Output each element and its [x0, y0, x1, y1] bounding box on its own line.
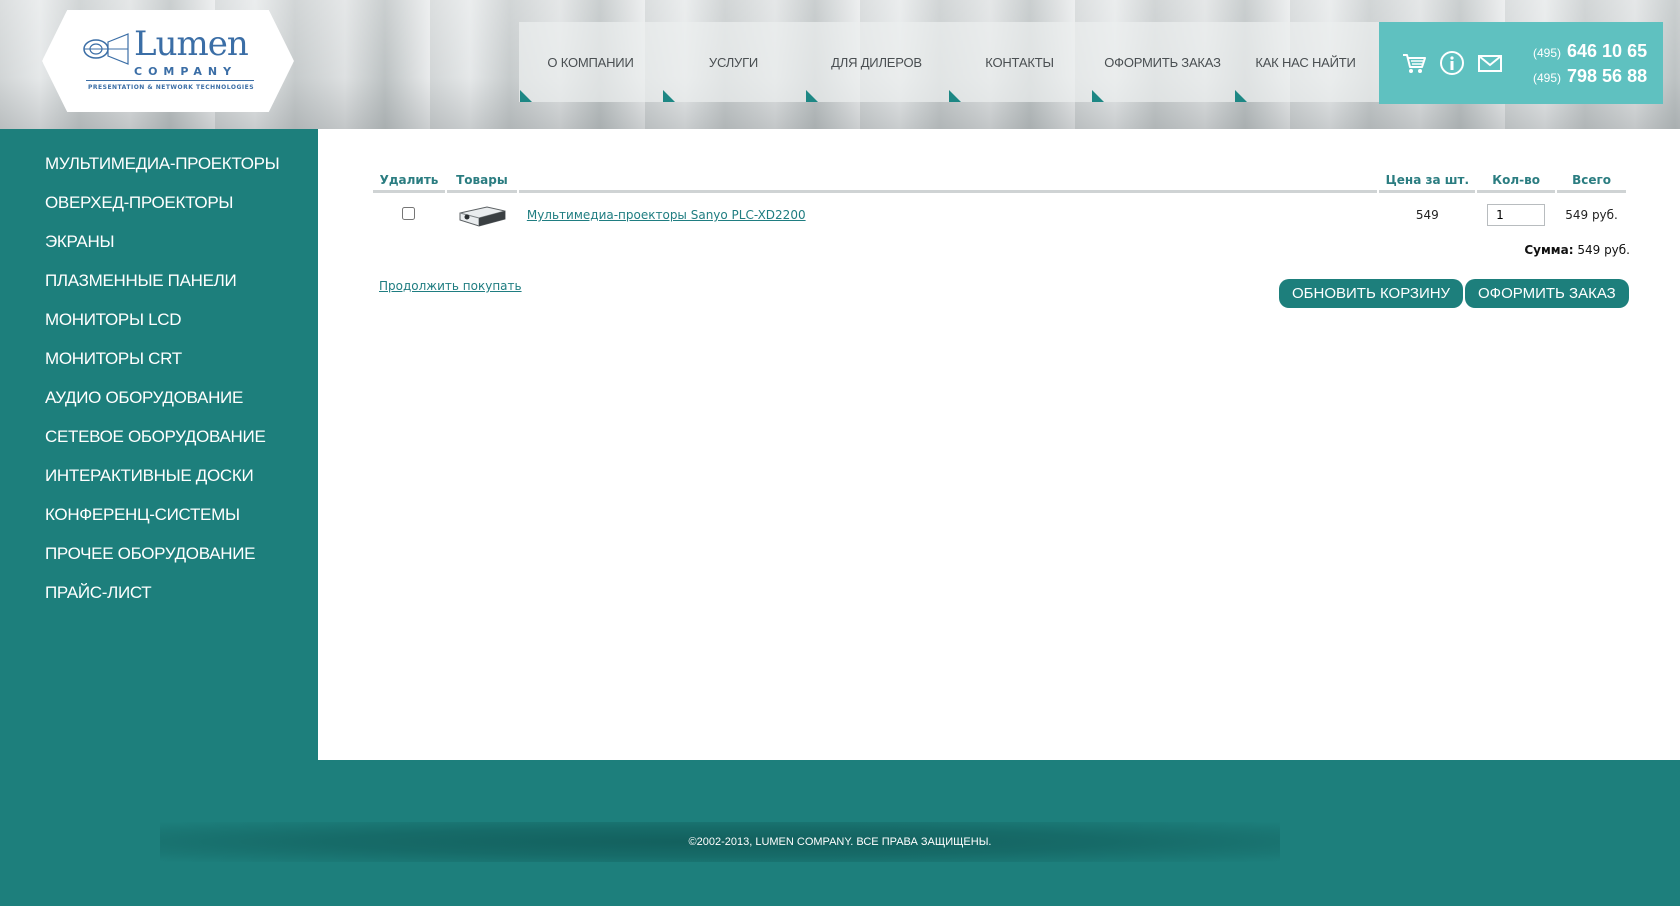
- quantity-input[interactable]: [1487, 204, 1546, 226]
- nav-find-us[interactable]: КАК НАС НАЙТИ: [1234, 22, 1377, 102]
- sum-label: Сумма:: [1524, 243, 1574, 257]
- nav-dealers-label: ДЛЯ ДИЛЕРОВ: [831, 54, 922, 70]
- sidebar-item-lcd-monitors[interactable]: МОНИТОРЫ LCD: [0, 309, 318, 348]
- sidebar-item-crt-monitors[interactable]: МОНИТОРЫ CRT: [0, 348, 318, 387]
- info-icon[interactable]: [1439, 50, 1465, 76]
- table-row: Мультимедиа-проекторы Sanyo PLC-XD2200 5…: [373, 193, 1626, 237]
- nav-contacts[interactable]: КОНТАКТЫ: [948, 22, 1091, 102]
- nav-find-us-label: КАК НАС НАЙТИ: [1255, 54, 1356, 70]
- nav-dealers[interactable]: ДЛЯ ДИЛЕРОВ: [805, 22, 948, 102]
- sidebar-item-audio[interactable]: АУДИО ОБОРУДОВАНИЕ: [0, 387, 318, 426]
- cart-table: Удалить Товары Цена за шт. Кол-во Всего: [371, 169, 1628, 237]
- logo-company: COMPANY: [134, 65, 238, 78]
- qty-cell: [1477, 193, 1555, 237]
- price-cell: 549: [1415, 208, 1439, 222]
- sidebar-item-screens[interactable]: ЭКРАНЫ: [0, 231, 318, 270]
- phone-2-number: 798 56 88: [1567, 66, 1648, 86]
- sidebar-item-plasma-panels[interactable]: ПЛАЗМЕННЫЕ ПАНЕЛИ: [0, 270, 318, 309]
- nav-corner-mark: [520, 90, 532, 102]
- nav-about-label: О КОМПАНИИ: [547, 54, 634, 70]
- image-cell: [447, 193, 517, 237]
- footer: ©2002-2013, LUMEN COMPANY. ВСЕ ПРАВА ЗАЩ…: [0, 760, 1680, 906]
- sidebar-item-multimedia-projectors[interactable]: МУЛЬТИМЕДИА-ПРОЕКТОРЫ: [0, 153, 318, 192]
- sidebar-item-price-list[interactable]: ПРАЙС-ЛИСТ: [0, 582, 318, 621]
- product-name-cell: Мультимедиа-проекторы Sanyo PLC-XD2200: [519, 193, 1378, 237]
- nav-order-label: ОФОРМИТЬ ЗАКАЗ: [1104, 54, 1221, 70]
- sidebar-item-network[interactable]: СЕТЕВОЕ ОБОРУДОВАНИЕ: [0, 426, 318, 465]
- phone-1: (495) 646 10 65: [1533, 41, 1647, 62]
- col-qty-header: Кол-во: [1477, 169, 1556, 193]
- col-price-header: Цена за шт.: [1379, 169, 1476, 193]
- cart-icon[interactable]: [1401, 50, 1427, 76]
- nav-corner-mark: [1235, 90, 1247, 102]
- catalog-sidebar: МУЛЬТИМЕДИА-ПРОЕКТОРЫ ОВЕРХЕД-ПРОЕКТОРЫ …: [0, 129, 318, 760]
- sum-value: 549 руб.: [1577, 243, 1630, 257]
- product-thumbnail[interactable]: [457, 201, 507, 229]
- nav-corner-mark: [1092, 90, 1104, 102]
- logo[interactable]: Lumen COMPANY PRESENTATION & NETWORK TEC…: [42, 10, 294, 112]
- col-goods-header: Товары: [446, 169, 517, 193]
- update-cart-button[interactable]: ОБНОВИТЬ КОРЗИНУ: [1279, 279, 1464, 308]
- logo-divider: [86, 80, 254, 81]
- sidebar-item-conference-systems[interactable]: КОНФЕРЕНЦ-СИСТЕМЫ: [0, 504, 318, 543]
- header: Lumen COMPANY PRESENTATION & NETWORK TEC…: [0, 0, 1680, 129]
- nav-contacts-label: КОНТАКТЫ: [985, 54, 1054, 70]
- copyright: ©2002-2013, LUMEN COMPANY. ВСЕ ПРАВА ЗАЩ…: [688, 836, 992, 848]
- logo-name: Lumen: [134, 24, 249, 64]
- nav-corner-mark: [663, 90, 675, 102]
- nav-corner-mark: [949, 90, 961, 102]
- nav-services[interactable]: УСЛУГИ: [662, 22, 805, 102]
- catalog-list: МУЛЬТИМЕДИА-ПРОЕКТОРЫ ОВЕРХЕД-ПРОЕКТОРЫ …: [0, 129, 318, 621]
- delete-cell: [373, 193, 445, 237]
- cart-main: Удалить Товары Цена за шт. Кол-во Всего: [318, 129, 1680, 760]
- sidebar-item-interactive-boards[interactable]: ИНТЕРАКТИВНЫЕ ДОСКИ: [0, 465, 318, 504]
- nav-order[interactable]: ОФОРМИТЬ ЗАКАЗ: [1091, 22, 1234, 102]
- delete-checkbox[interactable]: [402, 207, 416, 220]
- projector-logo-icon: [83, 33, 129, 65]
- cart-header-row: Удалить Товары Цена за шт. Кол-во Всего: [373, 169, 1626, 193]
- cart-sum: Сумма: 549 руб.: [1524, 243, 1630, 257]
- sidebar-item-overhead-projectors[interactable]: ОВЕРХЕД-ПРОЕКТОРЫ: [0, 192, 318, 231]
- phone-1-code: (495): [1533, 46, 1562, 60]
- sidebar-item-other-equipment[interactable]: ПРОЧЕЕ ОБОРУДОВАНИЕ: [0, 543, 318, 582]
- mail-icon[interactable]: [1477, 50, 1503, 76]
- top-nav: О КОМПАНИИ УСЛУГИ ДЛЯ ДИЛЕРОВ КОНТАКТЫ О…: [519, 22, 1379, 102]
- col-total-header: Всего: [1557, 169, 1626, 193]
- phone-2: (495) 798 56 88: [1533, 66, 1647, 87]
- continue-shopping-link[interactable]: Продолжить покупать: [379, 279, 522, 293]
- nav-services-label: УСЛУГИ: [708, 54, 759, 70]
- contacts-panel: (495) 646 10 65 (495) 798 56 88: [1379, 22, 1663, 104]
- total-cell: 549 руб.: [1565, 208, 1618, 222]
- nav-corner-mark: [806, 90, 818, 102]
- logo-tagline: PRESENTATION & NETWORK TECHNOLOGIES: [88, 84, 255, 91]
- phone-1-number: 646 10 65: [1567, 41, 1648, 61]
- checkout-button[interactable]: ОФОРМИТЬ ЗАКАЗ: [1465, 279, 1629, 308]
- product-link[interactable]: Мультимедиа-проекторы Sanyo PLC-XD2200: [527, 208, 806, 222]
- nav-about[interactable]: О КОМПАНИИ: [519, 22, 662, 102]
- col-delete-header: Удалить: [373, 169, 445, 193]
- phone-2-code: (495): [1533, 71, 1562, 85]
- col-name-header: [518, 169, 1378, 193]
